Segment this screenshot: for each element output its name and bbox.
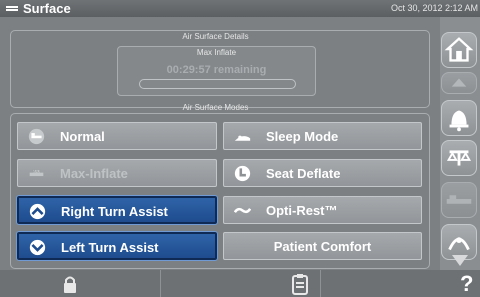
clipboard-icon[interactable] [290, 273, 310, 295]
bell-icon [449, 110, 469, 132]
alerts-button[interactable] [441, 100, 477, 136]
scale-button[interactable] [441, 140, 477, 176]
surface-button[interactable] [441, 182, 477, 218]
seat-deflate-label: Seat Deflate [266, 166, 341, 181]
normal-label: Normal [60, 129, 105, 144]
patient-comfort-label: Patient Comfort [273, 239, 372, 254]
left-turn-icon [29, 239, 46, 256]
left-turn-assist-label: Left Turn Assist [61, 240, 159, 255]
opti-rest-icon [234, 207, 251, 214]
opti-rest-button[interactable]: Opti-Rest™ [223, 196, 422, 224]
home-button[interactable] [441, 32, 477, 68]
patient-comfort-button[interactable]: Patient Comfort [223, 232, 422, 260]
nav-up-button[interactable] [441, 72, 477, 94]
sleep-mode-button[interactable]: Sleep Mode [223, 122, 422, 150]
datetime: Oct 30, 2012 2:12 AM [390, 3, 478, 13]
bottom-divider [160, 270, 161, 297]
svg-text:MAX: MAX [32, 169, 42, 174]
bottom-divider [320, 270, 321, 297]
right-turn-assist-label: Right Turn Assist [61, 204, 168, 219]
remaining-time: 00:29:57 remaining [166, 64, 267, 76]
normal-bed-icon [28, 128, 45, 145]
scale-icon [446, 150, 472, 166]
max-inflate-icon: MAX [29, 169, 44, 177]
home-icon [444, 37, 474, 62]
help-icon[interactable]: ? [460, 271, 473, 297]
arrow-up-icon [451, 78, 467, 87]
progress-bar [139, 79, 296, 89]
menu-icon[interactable] [6, 6, 18, 8]
sleep-mode-icon [234, 135, 251, 141]
arrow-down-icon[interactable] [449, 252, 471, 270]
lock-icon[interactable] [60, 274, 80, 294]
right-turn-icon [29, 203, 46, 220]
seat-deflate-button[interactable]: Seat Deflate [223, 159, 422, 187]
max-inflate-button[interactable]: MAX Max-Inflate [17, 159, 217, 187]
details-caption: Air Surface Details [182, 32, 249, 41]
progress-mode-title: Max Inflate [196, 48, 237, 57]
max-inflate-label: Max-Inflate [60, 166, 128, 181]
opti-rest-label: Opti-Rest™ [266, 203, 338, 218]
sleep-mode-label: Sleep Mode [266, 129, 339, 144]
page-title: Surface [23, 1, 71, 16]
surface-icon [446, 195, 472, 204]
left-turn-assist-button[interactable]: Left Turn Assist [16, 231, 218, 261]
modes-caption: Air Surface Modes [182, 103, 249, 112]
seat-deflate-icon [234, 165, 251, 182]
progress-box: Max Inflate 00:29:57 remaining [117, 46, 316, 96]
right-turn-assist-button[interactable]: Right Turn Assist [16, 195, 218, 225]
title-bar: Surface Oct 30, 2012 2:12 AM [0, 0, 480, 17]
normal-button[interactable]: Normal [17, 122, 217, 150]
